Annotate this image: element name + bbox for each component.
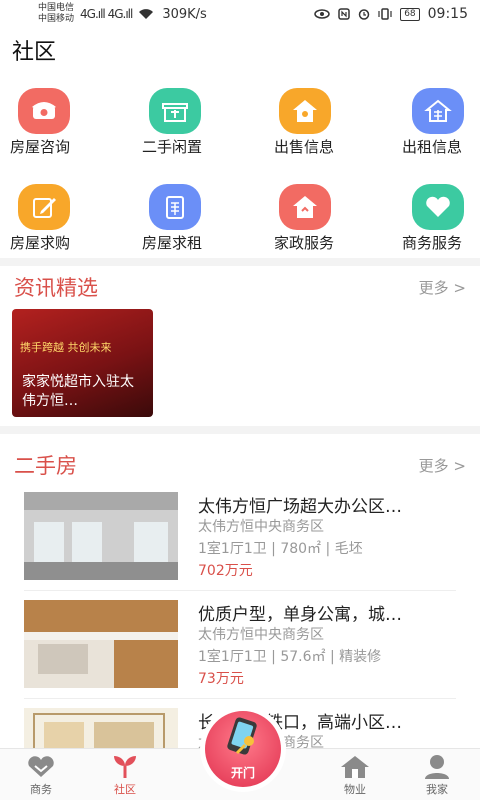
vibrate-icon (378, 8, 392, 20)
news-title: 资讯精选 (14, 276, 98, 300)
grid-label: 房屋求租 (142, 234, 203, 252)
listing-thumbnail (24, 600, 178, 688)
divider (0, 258, 480, 266)
grid-item-for-sale[interactable]: 出售信息 (272, 84, 372, 174)
phone-key-icon (227, 717, 257, 755)
listing-price: 702万元 (198, 563, 253, 579)
grid-item-second-hand[interactable]: 二手闲置 (140, 84, 240, 174)
listing-price: 73万元 (198, 671, 244, 687)
nav-label: 商务 (30, 783, 52, 796)
network-speed: 309K/s (162, 6, 207, 22)
carrier-2: 中国移动 (38, 14, 75, 24)
signal-icon: 4G.ıll 4G.ıll (80, 7, 134, 21)
carrier-info: 中国电信 中国移动 (38, 3, 74, 25)
edit-icon (18, 184, 70, 230)
grid-label: 房屋咨询 (10, 138, 71, 156)
nav-community[interactable]: 社区 (90, 753, 160, 797)
grid-label: 商务服务 (402, 234, 463, 252)
listing-area: 太伟方恒中央商务区 (198, 627, 324, 643)
listing-title: 太伟方恒广场超大办公区… (198, 497, 402, 517)
listing-item[interactable]: 优质户型，单身公寓，城… 太伟方恒中央商务区 1室1厅1卫 | 57.6㎡ | … (24, 600, 456, 700)
eye-icon (314, 9, 330, 19)
grid-item-house-consult[interactable]: 房屋咨询 (10, 84, 110, 174)
news-card[interactable]: 携手跨越 共创未来 家家悦超市入驻太伟方恒… (12, 309, 153, 417)
divider (0, 426, 480, 434)
home-service-icon (279, 184, 331, 230)
grid-label: 房屋求购 (10, 234, 71, 252)
listing-item[interactable]: 太伟方恒广场超大办公区… 太伟方恒中央商务区 1室1厅1卫 | 780㎡ | 毛… (24, 492, 456, 592)
grid-item-home-service[interactable]: 家政服务 (272, 180, 372, 270)
grid-item-house-rent-seek[interactable]: 房屋求租 (140, 180, 240, 270)
house-rent-icon (412, 88, 464, 134)
clock: 09:15 (427, 6, 468, 22)
page-title: 社区 (12, 40, 57, 65)
building-icon (320, 753, 390, 781)
nav-label: 社区 (114, 783, 136, 796)
sprout-icon (90, 753, 160, 781)
heart-icon (412, 184, 464, 230)
nfc-icon (338, 8, 350, 20)
nav-label: 物业 (344, 783, 366, 796)
news-card-title: 家家悦超市入驻太伟方恒… (22, 374, 134, 409)
nav-business[interactable]: 商务 (6, 753, 76, 797)
grid-row-1: 房屋咨询 二手闲置 出售信息 出租信息 (0, 84, 480, 180)
service-grid: 房屋咨询 二手闲置 出售信息 出租信息 房屋求购 房屋求租 家政服务 商务服务 (0, 84, 480, 276)
divider (24, 698, 456, 699)
grid-label: 出租信息 (402, 138, 463, 156)
signal-1: 4G.ıll (80, 7, 106, 21)
house-sale-icon (279, 88, 331, 134)
gift-icon (149, 88, 201, 134)
second-hand-more-link[interactable]: 更多 > (419, 455, 466, 476)
grid-label: 二手闲置 (142, 138, 203, 156)
listing-title: 优质户型，单身公寓，城… (198, 605, 402, 625)
grid-item-business-service[interactable]: 商务服务 (402, 180, 480, 270)
nav-label: 我家 (426, 783, 448, 796)
phone-icon (18, 88, 70, 134)
open-door-label: 开门 (230, 766, 255, 780)
second-hand-title: 二手房 (14, 454, 77, 478)
nav-me[interactable]: 我家 (402, 753, 472, 797)
signal-2: 4G.ıll (107, 7, 134, 21)
second-hand-header: 二手房 更多 > (14, 450, 466, 480)
grid-item-for-rent[interactable]: 出租信息 (402, 84, 480, 174)
rent-doc-icon (149, 184, 201, 230)
user-icon (402, 753, 472, 781)
carrier-1: 中国电信 (38, 3, 75, 13)
news-banner-text: 携手跨越 共创未来 (20, 341, 112, 354)
heart-icon (6, 753, 76, 781)
battery-icon: 68 (400, 7, 420, 21)
status-bar: 中国电信 中国移动 4G.ıll 4G.ıll 309K/s 68 09:15 (0, 0, 480, 28)
grid-label: 家政服务 (274, 234, 335, 252)
divider (24, 590, 456, 591)
listing-spec: 1室1厅1卫 | 780㎡ | 毛坯 (198, 541, 363, 557)
listing-spec: 1室1厅1卫 | 57.6㎡ | 精装修 (198, 649, 382, 665)
news-more-link[interactable]: 更多 > (419, 277, 466, 298)
listing-area: 太伟方恒中央商务区 (198, 519, 324, 535)
open-door-circle: 开门 (205, 711, 281, 787)
wifi-icon (139, 9, 154, 19)
grid-label: 出售信息 (274, 138, 335, 156)
open-door-button[interactable]: 开门 (200, 706, 286, 792)
grid-item-house-buy[interactable]: 房屋求购 (10, 180, 110, 270)
alarm-icon (358, 9, 370, 20)
news-header: 资讯精选 更多 > (14, 272, 466, 302)
nav-property[interactable]: 物业 (320, 753, 390, 797)
listing-thumbnail (24, 492, 178, 580)
